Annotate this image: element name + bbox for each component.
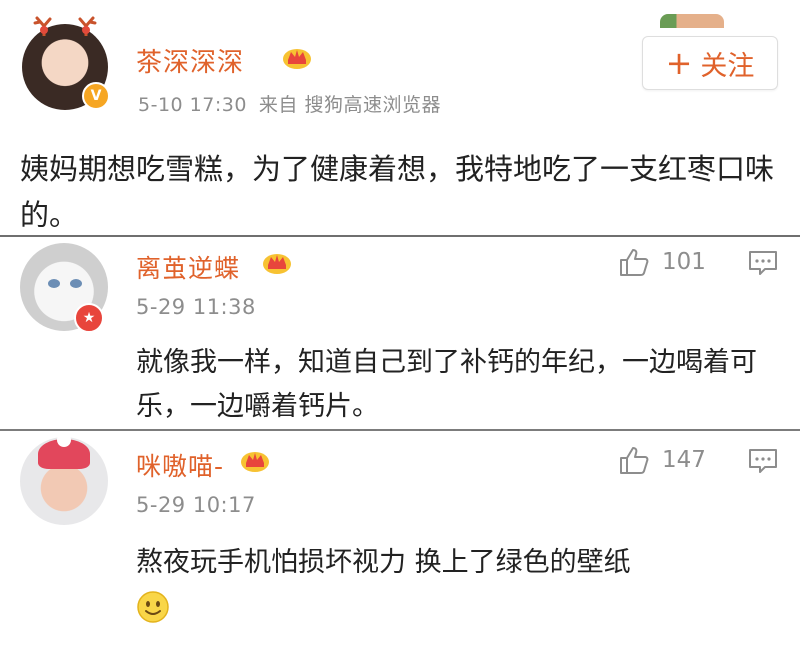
follow-label: 关注	[700, 50, 755, 82]
weibo-post: V 茶深深深 5-10 17:30 来自 搜狗高速浏览器 + 关注 姨妈期想吃雪糕，…	[0, 0, 800, 236]
thumbs-up-icon	[620, 447, 649, 474]
like-button[interactable]: 147	[618, 445, 706, 475]
crown-badge-icon	[241, 452, 269, 472]
comment-item: 咪嗷喵- 5-29 10:17 147 熬夜玩手机怕损坏视力 换上了绿色的壁纸	[0, 431, 800, 646]
crown-badge-icon	[283, 49, 311, 69]
hat-decoration	[38, 433, 90, 469]
post-author-name[interactable]: 茶深深深	[136, 42, 244, 79]
post-content: 姨妈期想吃雪糕，为了健康着想，我特地吃了一支红枣口味的。	[20, 152, 775, 232]
post-date: 5-10 17:30	[138, 94, 247, 116]
like-count: 101	[662, 249, 706, 275]
commenter-name[interactable]: 离茧逆蝶	[136, 249, 240, 285]
post-meta: 5-10 17:30 来自 搜狗高速浏览器	[138, 90, 441, 117]
comment-text: 熬夜玩手机怕损坏视力 换上了绿色的壁纸	[136, 547, 631, 578]
commenter-name[interactable]: 咪嗷喵-	[136, 447, 224, 483]
verified-badge-icon: ★	[74, 303, 104, 333]
post-source[interactable]: 来自 搜狗高速浏览器	[259, 94, 441, 116]
comment-bubble-icon[interactable]	[748, 249, 778, 277]
like-count: 147	[662, 447, 706, 473]
comment-text: 就像我一样，知道自己到了补钙的年纪，一边喝着可乐，一边嚼着钙片。	[136, 347, 757, 422]
commenter-avatar[interactable]	[20, 433, 108, 525]
crown-badge-icon	[263, 254, 291, 274]
verified-badge-icon: V	[82, 82, 110, 110]
antler-icon	[78, 16, 97, 36]
comment-item: ★ 离茧逆蝶 5-29 11:38 101 就像我一样，知道自己到了补钙的年纪，…	[0, 237, 800, 429]
commenter-avatar[interactable]: ★	[20, 243, 108, 333]
plus-icon: +	[665, 44, 693, 82]
comment-time: 5-29 11:38	[136, 295, 256, 319]
antler-icon	[33, 16, 52, 36]
like-button[interactable]: 101	[618, 247, 706, 277]
thumbs-up-icon	[620, 249, 649, 276]
follow-button[interactable]: + 关注	[642, 36, 778, 90]
post-author-avatar[interactable]: V	[22, 16, 110, 110]
comment-time: 5-29 10:17	[136, 493, 256, 517]
partial-avatar-peek	[660, 14, 724, 28]
comment-bubble-icon[interactable]	[748, 447, 778, 475]
smile-emoji-icon	[137, 591, 169, 623]
